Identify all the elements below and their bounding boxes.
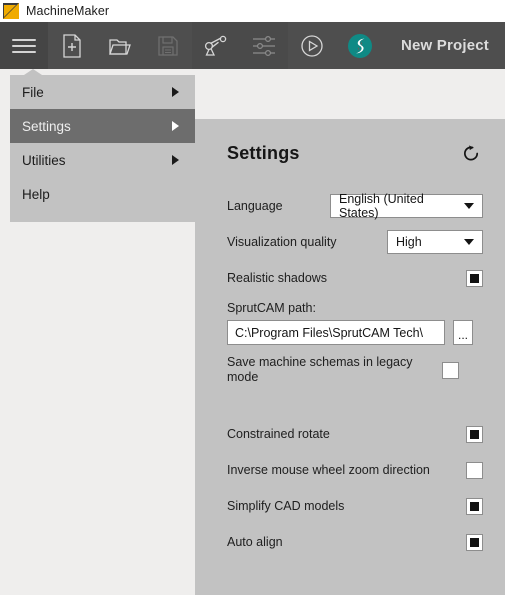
chevron-right-icon <box>172 155 179 165</box>
setting-row-legacy-mode: Save machine schemas in legacy mode <box>227 353 483 387</box>
setting-row-simplify-cad: Simplify CAD models <box>227 489 483 523</box>
menu-item-label: File <box>22 84 44 100</box>
sprutcam-button[interactable] <box>336 22 384 69</box>
inverse-zoom-checkbox[interactable] <box>466 461 483 479</box>
machinemaker-logo-icon <box>3 3 19 19</box>
play-button[interactable] <box>288 22 336 69</box>
language-value: English (United States) <box>339 192 424 220</box>
chevron-down-icon <box>464 239 474 245</box>
chevron-right-icon <box>172 87 179 97</box>
visualization-quality-select[interactable]: High <box>387 230 483 254</box>
page-title: Settings <box>227 142 300 163</box>
open-folder-button[interactable] <box>96 22 144 69</box>
language-label: Language <box>227 198 283 213</box>
setting-row-realistic-shadows: Realistic shadows <box>227 261 483 295</box>
setting-row-language: Language English (United States) <box>227 189 483 223</box>
legacy-mode-checkbox[interactable] <box>442 361 459 379</box>
setting-row-visualization-quality: Visualization quality High <box>227 225 483 259</box>
settings-group-spacer <box>227 389 483 417</box>
settings-header: Settings <box>195 119 505 165</box>
menu-button[interactable] <box>0 22 48 69</box>
menu-item-label: Utilities <box>22 152 66 168</box>
chevron-down-icon <box>464 203 474 209</box>
menu-pointer-arrow <box>24 69 42 75</box>
auto-align-label: Auto align <box>227 534 283 549</box>
setting-row-auto-align: Auto align <box>227 525 483 559</box>
title-bar: MachineMaker <box>0 0 505 22</box>
visualization-quality-label: Visualization quality <box>227 234 337 249</box>
visualization-quality-value: High <box>396 235 422 249</box>
project-name-label: New Project <box>400 37 489 54</box>
hamburger-icon <box>12 38 36 53</box>
settings-rows: Language English (United States) Visuali… <box>195 165 505 559</box>
save-button[interactable] <box>144 22 192 69</box>
app-title: MachineMaker <box>26 4 110 18</box>
sprutcam-path-label: SprutCAM path: <box>227 301 316 315</box>
new-file-button[interactable] <box>48 22 96 69</box>
language-select[interactable]: English (United States) <box>330 192 483 220</box>
settings-panel: Settings Language English (United States… <box>195 119 505 595</box>
setting-row-constrained-rotate: Constrained rotate <box>227 417 483 451</box>
main-dropdown-menu: File Settings Utilities Help <box>10 69 195 222</box>
parameters-button[interactable] <box>240 22 288 69</box>
sprutcam-logo-icon <box>348 33 372 58</box>
constrained-rotate-label: Constrained rotate <box>227 426 330 441</box>
floppy-save-icon <box>158 35 178 56</box>
menu-item-utilities[interactable]: Utilities <box>10 143 195 177</box>
workspace-area: Settings Language English (United States… <box>0 69 505 595</box>
auto-align-checkbox[interactable] <box>466 533 483 551</box>
realistic-shadows-label: Realistic shadows <box>227 270 328 285</box>
simplify-cad-label: Simplify CAD models <box>227 498 345 513</box>
inverse-zoom-label: Inverse mouse wheel zoom direction <box>227 462 430 477</box>
legacy-mode-label: Save machine schemas in legacy mode <box>227 355 413 384</box>
reset-settings-button[interactable] <box>459 141 483 165</box>
simplify-cad-checkbox[interactable] <box>466 497 483 515</box>
play-circle-icon <box>301 34 323 57</box>
chevron-right-icon <box>172 121 179 131</box>
menu-item-settings[interactable]: Settings <box>10 109 195 143</box>
constrained-rotate-checkbox[interactable] <box>466 425 483 443</box>
menu-item-help[interactable]: Help <box>10 177 195 211</box>
menu-item-label: Settings <box>22 118 71 134</box>
reset-circular-arrow-icon <box>463 144 478 160</box>
main-toolbar: New Project <box>0 22 505 69</box>
menu-item-file[interactable]: File <box>10 75 195 109</box>
open-folder-icon <box>109 38 131 55</box>
menu-item-label: Help <box>22 186 50 202</box>
robot-button[interactable] <box>192 22 240 69</box>
sliders-icon <box>253 35 275 56</box>
setting-row-sprutcam-path: SprutCAM path: C:\Program Files\SprutCAM… <box>227 297 483 345</box>
robot-arm-icon <box>204 35 227 56</box>
new-document-icon <box>63 33 81 58</box>
sprutcam-path-input[interactable]: C:\Program Files\SprutCAM Tech\ <box>227 320 445 345</box>
realistic-shadows-checkbox[interactable] <box>466 269 483 287</box>
sprutcam-path-browse-button[interactable]: ... <box>453 320 473 345</box>
setting-row-inverse-zoom: Inverse mouse wheel zoom direction <box>227 453 483 487</box>
